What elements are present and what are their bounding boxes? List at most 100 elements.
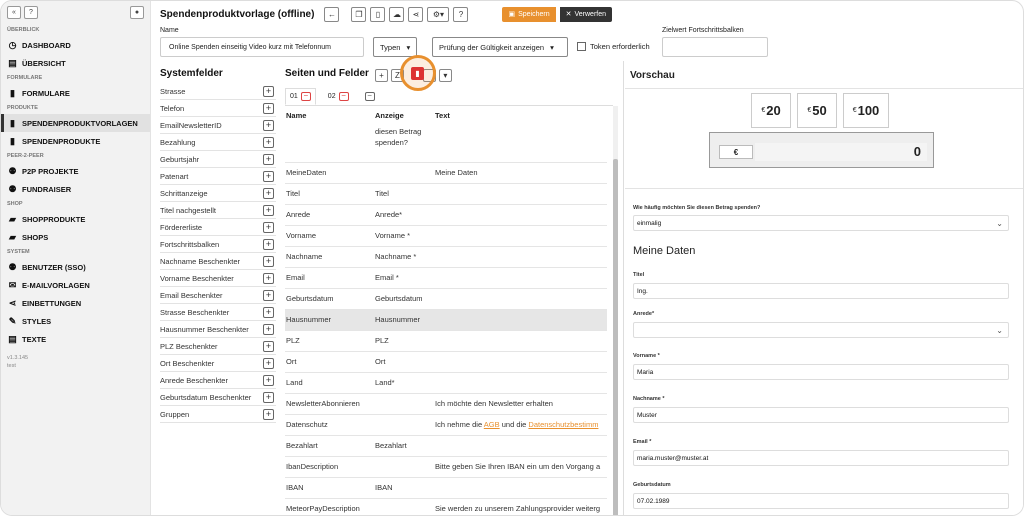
tab-page-01[interactable]: 01− xyxy=(285,88,316,105)
system-field-row[interactable]: Titel nachgestellt + xyxy=(160,202,276,219)
table-row[interactable]: NewsletterAbonnieren Ich möchte den Newsl… xyxy=(285,393,607,415)
add-field-button[interactable]: + xyxy=(263,357,274,369)
add-field-button[interactable]: + xyxy=(263,187,274,199)
system-field-row[interactable]: Gruppen + xyxy=(160,406,276,423)
add-field-button[interactable]: + xyxy=(263,102,274,114)
sidebar-item-shops[interactable]: ▰ SHOPS xyxy=(1,228,150,246)
table-row[interactable]: MeineDaten Meine Daten xyxy=(285,162,607,184)
system-field-row[interactable]: Strasse + xyxy=(160,83,276,100)
amount-option-100[interactable]: €100 xyxy=(843,93,889,128)
system-field-row[interactable]: Schrittanzeige + xyxy=(160,185,276,202)
system-field-row[interactable]: Bezahlung + xyxy=(160,134,276,151)
title-input[interactable]: Ing. xyxy=(633,283,1009,299)
system-field-row[interactable]: Geburtsjahr + xyxy=(160,151,276,168)
add-field-button[interactable]: + xyxy=(263,153,274,165)
back-button[interactable]: ← xyxy=(324,6,340,22)
checkbox-box[interactable] xyxy=(577,42,586,51)
validity-select[interactable]: Prüfung der Gültigkeit anzeigen ▾ xyxy=(432,37,568,57)
name-input[interactable]: Online Spenden einseitig Video kurz mit … xyxy=(160,37,364,57)
sidebar-item-fundraiser[interactable]: ⚉ FUNDRAISER xyxy=(1,180,150,198)
copy-button[interactable]: ❐ xyxy=(351,6,367,22)
delete-field-button[interactable]: ▮ xyxy=(411,67,424,80)
system-field-row[interactable]: Telefon + xyxy=(160,100,276,117)
discard-button[interactable]: ✕ Verwerfen xyxy=(559,6,613,22)
sidebar-item-p2p-projekte[interactable]: ⚉ P2P PROJEKTE xyxy=(1,162,150,180)
add-field-button[interactable]: + xyxy=(263,238,274,250)
target-input[interactable] xyxy=(662,37,768,57)
help-button[interactable]: ? xyxy=(453,6,469,22)
add-field-button[interactable]: + xyxy=(263,119,274,131)
add-field-button[interactable]: + xyxy=(263,391,274,403)
system-field-row[interactable]: Nachname Beschenkter + xyxy=(160,253,276,270)
table-row[interactable]: Geburtsdatum Geburtsdatum xyxy=(285,288,607,310)
system-field-row[interactable]: Email Beschenkter + xyxy=(160,287,276,304)
sidebar-item-dashboard[interactable]: ◷ DASHBOARD xyxy=(1,36,150,54)
table-row[interactable]: Email Email * xyxy=(285,267,607,289)
table-row[interactable]: Anrede Anrede* xyxy=(285,204,607,226)
table-row[interactable]: IBAN IBAN xyxy=(285,477,607,499)
share-button[interactable]: ⋖ xyxy=(408,6,424,22)
table-row[interactable]: diesen Betrag spenden? xyxy=(285,122,607,163)
add-field-button[interactable]: + xyxy=(263,221,274,233)
agb-link[interactable]: AGB xyxy=(484,420,500,429)
system-field-row[interactable]: Vorname Beschenkter + xyxy=(160,270,276,287)
add-page-button[interactable]: + xyxy=(374,69,388,82)
salutation-select[interactable]: ⌄ xyxy=(633,322,1009,338)
table-row[interactable]: Hausnummer Hausnummer xyxy=(285,309,607,331)
birthdate-input[interactable]: 07.02.1989 xyxy=(633,493,1009,509)
email-input[interactable]: maria.muster@muster.at xyxy=(633,450,1009,466)
table-row[interactable]: Bezahlart Bezahlart xyxy=(285,435,607,457)
table-row[interactable]: Vorname Vorname * xyxy=(285,225,607,247)
add-field-button[interactable]: + xyxy=(263,136,274,148)
amount-option-50[interactable]: €50 xyxy=(797,93,837,128)
collapse-sidebar-button[interactable]: « xyxy=(7,6,21,19)
add-field-button[interactable]: + xyxy=(263,374,274,386)
table-row[interactable]: PLZ PLZ xyxy=(285,330,607,352)
lastname-input[interactable]: Muster xyxy=(633,407,1009,423)
custom-amount-input[interactable]: 0 xyxy=(755,143,927,161)
add-field-button[interactable]: + xyxy=(263,170,274,182)
system-field-row[interactable]: Geburtsdatum Beschenkter + xyxy=(160,389,276,406)
system-field-row[interactable]: EmailNewsletterID + xyxy=(160,117,276,134)
system-field-row[interactable]: Fortschrittsbalken + xyxy=(160,236,276,253)
system-field-row[interactable]: Fördererliste + xyxy=(160,219,276,236)
sidebar-item-spendenprodukte[interactable]: ▮ SPENDENPRODUKTE xyxy=(1,132,150,150)
table-row[interactable]: Datenschutz Ich nehme die AGB und die Dat… xyxy=(285,414,607,436)
system-field-row[interactable]: Hausnummer Beschenkter + xyxy=(160,321,276,338)
sidebar-item-formulare[interactable]: ▮ FORMULARE xyxy=(1,84,150,102)
system-field-row[interactable]: Ort Beschenkter + xyxy=(160,355,276,372)
sidebar-item-uebersicht[interactable]: ▤ ÜBERSICHT xyxy=(1,54,150,72)
add-field-button[interactable]: + xyxy=(263,306,274,318)
token-checkbox[interactable]: Token erforderlich xyxy=(577,42,650,51)
system-field-row[interactable]: Strasse Beschenkter + xyxy=(160,304,276,321)
tab-page-02[interactable]: 02− xyxy=(324,88,353,105)
remove-page-button[interactable]: − xyxy=(300,92,311,101)
fields-scrollbar-thumb[interactable] xyxy=(613,159,618,515)
system-field-row[interactable]: PLZ Beschenkter + xyxy=(160,338,276,355)
page-dropdown-button[interactable]: ▾ xyxy=(438,69,452,82)
sidebar-item-emailvorlagen[interactable]: ✉ E-MAILVORLAGEN xyxy=(1,276,150,294)
sidebar-item-benutzer[interactable]: ⚉ BENUTZER (SSO) xyxy=(1,258,150,276)
add-field-button[interactable]: + xyxy=(263,408,274,420)
table-row[interactable]: Land Land* xyxy=(285,372,607,394)
table-row[interactable]: IbanDescription Bitte geben Sie Ihren IBA… xyxy=(285,456,607,478)
privacy-link[interactable]: Datenschutzbestimm xyxy=(528,420,598,429)
sidebar-item-styles[interactable]: ✎ STYLES xyxy=(1,312,150,330)
settings-dropdown-button[interactable]: ⚙▾ xyxy=(427,6,450,22)
sidebar-item-spendenproduktvorlagen[interactable]: ▮ SPENDENPRODUKTVORLAGEN xyxy=(1,114,150,132)
sidebar-item-texte[interactable]: ▤ TEXTE xyxy=(1,330,150,348)
minus-icon[interactable]: − xyxy=(364,92,375,101)
tab-new-page[interactable]: − xyxy=(361,88,379,105)
sidebar-item-einbettungen[interactable]: ⋖ EINBETTUNGEN xyxy=(1,294,150,312)
firstname-input[interactable]: Maria xyxy=(633,364,1009,380)
remove-page-button[interactable]: − xyxy=(338,92,349,101)
system-field-row[interactable]: Patenart + xyxy=(160,168,276,185)
table-row[interactable]: MeteorPayDescription Sie werden zu unsere… xyxy=(285,498,607,515)
help-button[interactable]: ? xyxy=(24,6,38,19)
cloud-button[interactable]: ☁ xyxy=(389,6,405,22)
add-field-button[interactable]: + xyxy=(263,323,274,335)
frequency-select[interactable]: einmalig ⌄ xyxy=(633,215,1009,231)
table-row[interactable]: Ort Ort xyxy=(285,351,607,373)
sidebar-item-shopprodukte[interactable]: ▰ SHOPPRODUKTE xyxy=(1,210,150,228)
table-row[interactable]: Nachname Nachname * xyxy=(285,246,607,268)
